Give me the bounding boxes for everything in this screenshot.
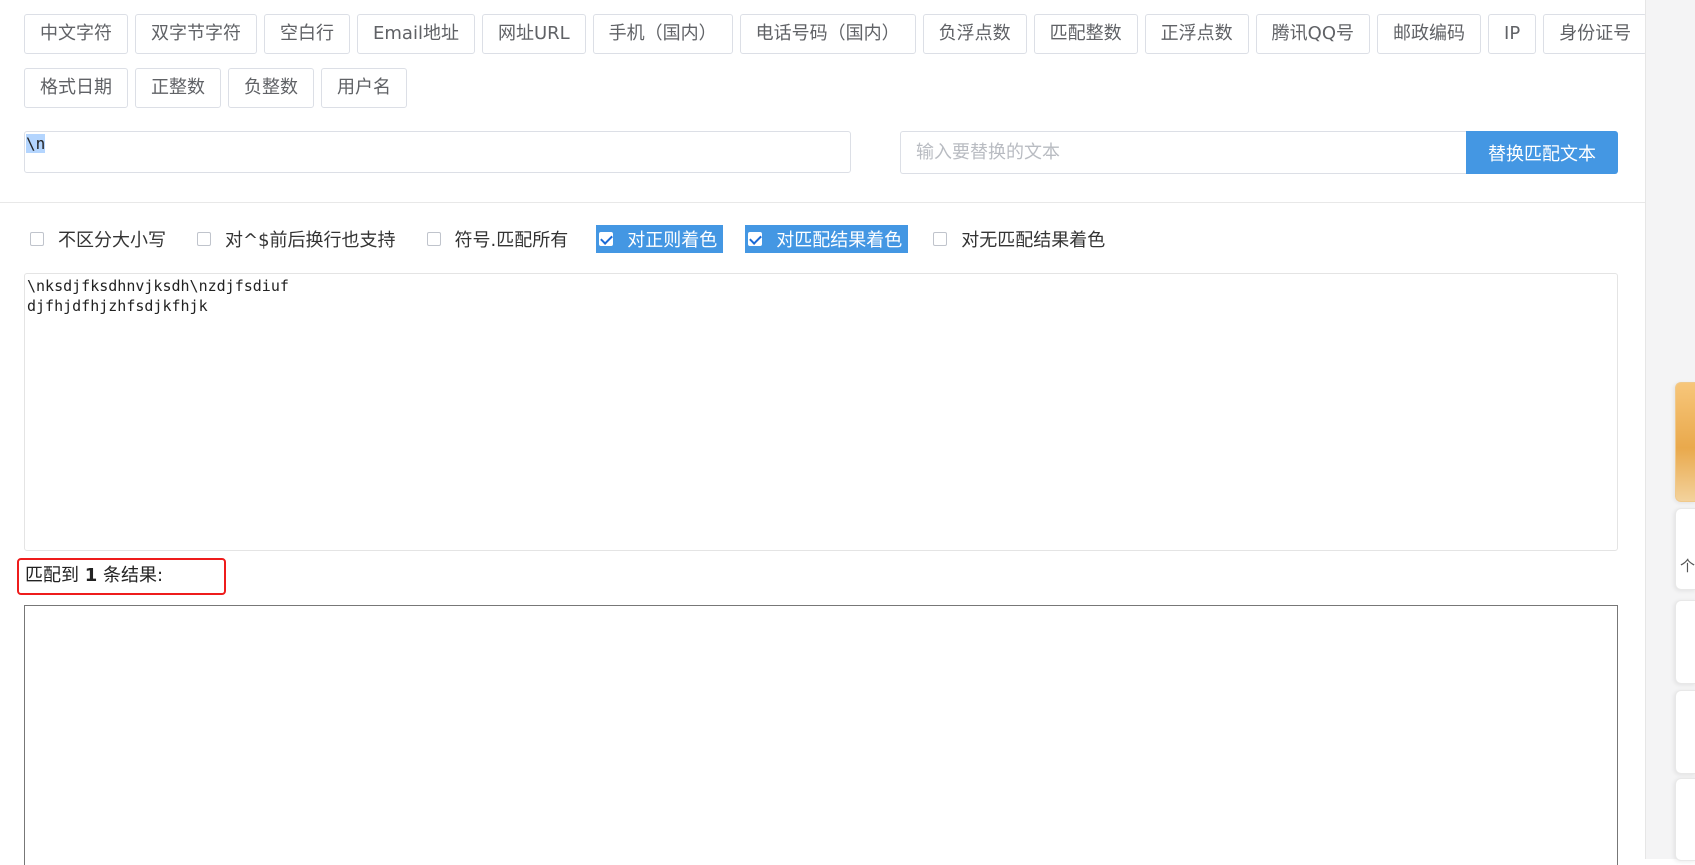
- side-widget-personal[interactable]: 个: [1675, 508, 1695, 590]
- preset-ip[interactable]: IP: [1488, 14, 1537, 54]
- preset-negative-float[interactable]: 负浮点数: [922, 14, 1027, 54]
- preset-username[interactable]: 用户名: [321, 68, 407, 108]
- checkbox-icon[interactable]: [197, 232, 211, 246]
- preset-positive-integer[interactable]: 正整数: [135, 68, 221, 108]
- preset-chinese-chars[interactable]: 中文字符: [24, 14, 128, 54]
- side-widget[interactable]: [1675, 690, 1695, 774]
- preset-blank-line[interactable]: 空白行: [264, 14, 350, 54]
- section-divider: [0, 202, 1645, 203]
- match-count-label: 匹配到 1 条结果:: [17, 558, 226, 595]
- option-multiline[interactable]: 对^$前后换行也支持: [194, 225, 402, 253]
- preset-integer[interactable]: 匹配整数: [1033, 14, 1138, 54]
- option-dotall[interactable]: 符号.匹配所有: [424, 225, 575, 253]
- preset-row-1: 中文字符 双字节字符 空白行 Email地址 网址URL 手机（国内） 电话号码…: [24, 14, 1648, 54]
- checkbox-checked-icon[interactable]: [599, 232, 614, 246]
- replace-matches-button[interactable]: 替换匹配文本: [1466, 131, 1618, 174]
- match-options: 不区分大小写 对^$前后换行也支持 符号.匹配所有 对正则着色 对匹配结果着色 …: [27, 225, 1133, 253]
- preset-postal-code[interactable]: 邮政编码: [1377, 14, 1482, 54]
- match-count-value: 1: [84, 565, 98, 586]
- option-color-matches[interactable]: 对匹配结果着色: [745, 225, 909, 253]
- promo-side-widget[interactable]: [1675, 382, 1695, 502]
- option-ignore-case[interactable]: 不区分大小写: [27, 225, 172, 253]
- regex-input[interactable]: \n: [24, 131, 851, 173]
- checkbox-checked-icon[interactable]: [748, 232, 763, 246]
- source-text-area[interactable]: \nksdjfksdhnvjksdh\nzdjfsdiuf djfhjdfhjz…: [24, 273, 1618, 551]
- replace-text-input[interactable]: [900, 131, 1466, 174]
- checkbox-icon[interactable]: [933, 232, 948, 246]
- match-result-area[interactable]: [24, 605, 1618, 865]
- preset-qq-number[interactable]: 腾讯QQ号: [1255, 14, 1371, 54]
- preset-double-byte-chars[interactable]: 双字节字符: [135, 14, 257, 54]
- regex-tool-page: 中文字符 双字节字符 空白行 Email地址 网址URL 手机（国内） 电话号码…: [0, 0, 1648, 865]
- option-color-no-match[interactable]: 对无匹配结果着色: [930, 225, 1111, 253]
- preset-positive-float[interactable]: 正浮点数: [1144, 14, 1249, 54]
- option-color-regex[interactable]: 对正则着色: [596, 225, 724, 253]
- preset-phone[interactable]: 电话号码（国内）: [739, 14, 916, 54]
- preset-url[interactable]: 网址URL: [481, 14, 586, 54]
- preset-email[interactable]: Email地址: [357, 14, 475, 54]
- preset-row-2: 格式日期 正整数 负整数 用户名: [24, 68, 1624, 108]
- side-widget[interactable]: [1675, 778, 1695, 861]
- preset-negative-integer[interactable]: 负整数: [228, 68, 314, 108]
- preset-mobile[interactable]: 手机（国内）: [592, 14, 733, 54]
- checkbox-icon[interactable]: [426, 232, 441, 246]
- checkbox-icon[interactable]: [30, 232, 44, 246]
- regex-input-selected-text: \n: [26, 134, 46, 153]
- side-widget[interactable]: [1675, 600, 1695, 684]
- preset-date-format[interactable]: 格式日期: [24, 68, 128, 108]
- preset-pattern-list: 中文字符 双字节字符 空白行 Email地址 网址URL 手机（国内） 电话号码…: [24, 14, 1648, 122]
- preset-id-card[interactable]: 身份证号: [1543, 14, 1648, 54]
